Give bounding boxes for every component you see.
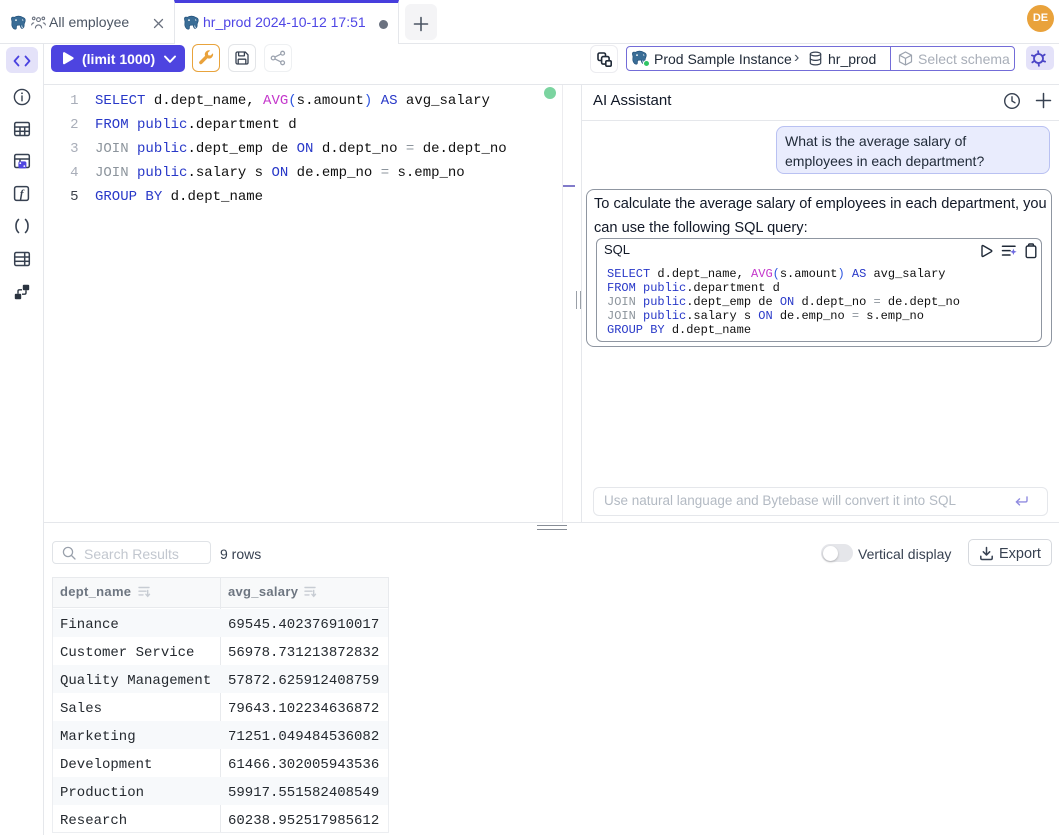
svg-text:f: f [20,189,25,201]
